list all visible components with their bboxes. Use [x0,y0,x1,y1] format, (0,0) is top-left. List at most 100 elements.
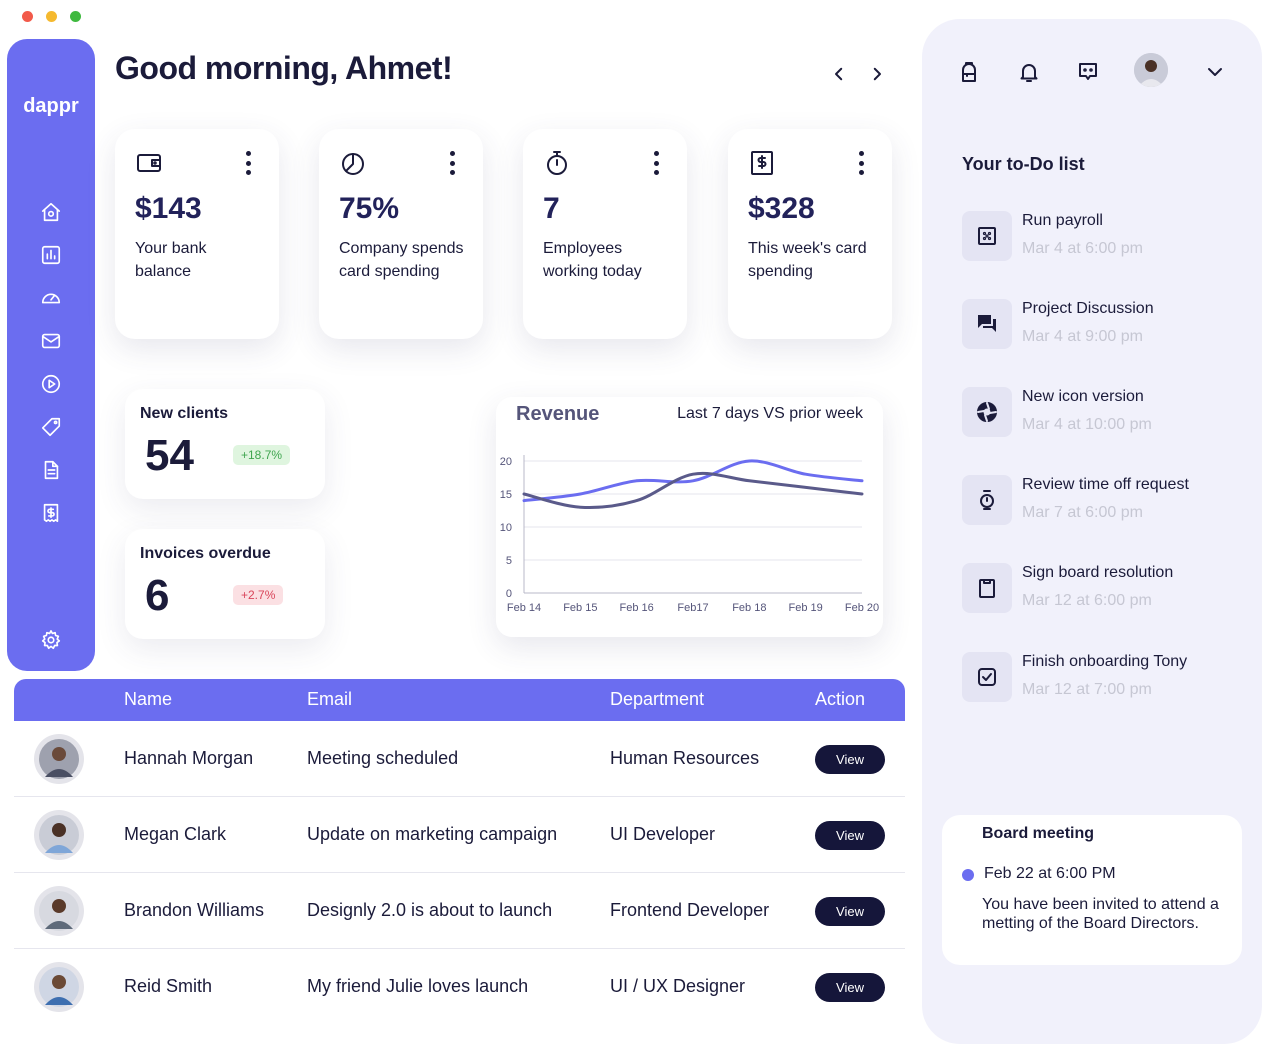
close-window-button[interactable] [22,11,33,22]
x-tick-label: Feb 19 [789,602,823,614]
stat-label: This week's card spending [748,240,867,280]
user-avatar[interactable] [1134,53,1168,87]
todo-item[interactable]: Sign board resolution Mar 12 at 6:00 pm [962,562,1242,616]
view-button[interactable]: View [815,745,885,774]
more-options-icon[interactable] [856,151,866,175]
tag-icon[interactable] [39,415,63,439]
dollar-receipt-icon [748,149,776,177]
stat-card-bank-balance: $143 Your bank balance [115,129,279,339]
gear-icon[interactable] [39,628,63,652]
new-clients-card: New clients 54 +18.7% [125,389,325,499]
todo-item[interactable]: Project Discussion Mar 4 at 9:00 pm [962,298,1242,352]
stopwatch-icon [543,149,571,177]
revenue-subtitle: Last 7 days VS prior week [677,405,863,422]
row-department: UI / UX Designer [610,976,746,996]
window-controls [22,11,81,22]
row-name: Brandon Williams [124,900,265,920]
new-clients-title: New clients [140,405,229,422]
new-clients-badge: +18.7% [233,445,291,465]
chevron-down-icon[interactable] [1202,59,1228,85]
row-name: Hannah Morgan [124,748,254,768]
more-options-icon[interactable] [243,151,253,175]
more-options-icon[interactable] [447,151,457,175]
table-row[interactable]: Brandon Williams Designly 2.0 is about t… [14,873,905,949]
x-tick-label: Feb 15 [563,602,597,614]
stat-value: $143 [135,192,202,225]
table-row[interactable]: Megan Clark Update on marketing campaign… [14,797,905,873]
minimize-window-button[interactable] [46,11,57,22]
chevron-left-icon[interactable] [827,62,851,86]
chat-icon[interactable] [1075,59,1101,85]
view-button[interactable]: View [815,973,885,1002]
clipboard-icon [962,563,1012,613]
stat-value: 75% [339,192,400,225]
stat-card-employees: 7 Employees working today [523,129,687,339]
header-email[interactable]: Email [307,689,352,710]
series-line-2 [522,471,864,509]
avatar [34,810,84,860]
bar-chart-icon[interactable] [39,243,63,267]
row-name: Reid Smith [124,976,213,996]
row-email: Update on marketing campaign [307,824,558,844]
brand-logo[interactable]: dappr [7,95,95,118]
stat-value: $328 [748,192,815,225]
todo-time: Mar 12 at 7:00 pm [1022,681,1152,698]
x-tick-label: Feb17 [677,602,708,614]
todo-time: Mar 4 at 10:00 pm [1022,416,1152,433]
row-email: Meeting scheduled [307,748,459,768]
aperture-icon [962,387,1012,437]
todo-name: Review time off request [1022,476,1189,493]
todo-item[interactable]: Review time off request Mar 7 at 6:00 pm [962,474,1242,528]
new-clients-value: 54 [145,431,194,480]
row-email: Designly 2.0 is about to launch [307,900,553,920]
grid-icon [962,211,1012,261]
todo-name: Sign board resolution [1022,564,1174,581]
todo-item[interactable]: Run payroll Mar 4 at 6:00 pm [962,210,1242,264]
row-department: Human Resources [610,748,760,768]
wallet-icon [135,149,163,177]
stat-label: Employees working today [543,240,642,280]
meeting-card[interactable]: Board meeting Feb 22 at 6:00 PM You have… [942,815,1242,965]
y-tick-label: 0 [506,588,512,600]
todo-name: Run payroll [1022,212,1103,229]
revenue-title: Revenue [516,403,600,425]
home-icon[interactable] [39,200,63,224]
invoices-overdue-badge: +2.7% [233,585,284,605]
more-options-icon[interactable] [651,151,661,175]
page-title: Good morning, Ahmet! [115,50,453,86]
right-panel: Your to-Do list Run payroll Mar 4 at 6:0… [922,19,1262,1044]
view-button[interactable]: View [815,897,885,926]
todo-name: New icon version [1022,388,1144,405]
y-tick-label: 15 [500,489,512,501]
header-action: Action [815,689,866,709]
backpack-icon[interactable] [956,59,982,85]
stat-card-company-spends: 75% Company spends card spending [319,129,483,339]
row-name: Megan Clark [124,824,227,844]
stat-label: Company spends card spending [339,240,464,280]
chevron-right-icon[interactable] [865,62,889,86]
checkbox-icon [962,652,1012,702]
stat-card-card-spending: $328 This week's card spending [728,129,892,339]
dollar-receipt-icon[interactable] [39,501,63,525]
avatar [34,886,84,936]
play-circle-icon[interactable] [39,372,63,396]
todo-item[interactable]: New icon version Mar 4 at 10:00 pm [962,386,1242,440]
table-row[interactable]: Hannah Morgan Meeting scheduled Human Re… [14,721,905,797]
x-tick-label: Feb 16 [620,602,654,614]
row-department: UI Developer [610,824,716,844]
table-row[interactable]: Reid Smith My friend Julie loves launch … [14,949,905,1025]
header-department[interactable]: Department [610,689,704,710]
view-button[interactable]: View [815,821,885,850]
document-icon[interactable] [39,458,63,482]
maximize-window-button[interactable] [70,11,81,22]
invoices-overdue-value: 6 [145,571,170,620]
todo-time: Mar 4 at 9:00 pm [1022,328,1143,345]
sidebar: dappr [7,39,95,671]
invoices-overdue-title: Invoices overdue [140,545,271,562]
todo-item[interactable]: Finish onboarding Tony Mar 12 at 7:00 pm [962,651,1242,705]
revenue-chart-card: 0 5 10 15 20 Feb 14 Feb 15 Feb 16 Feb17 Feb 18 Feb… [496,397,883,637]
mail-icon[interactable] [39,329,63,353]
bell-icon[interactable] [1016,59,1042,85]
header-name[interactable]: Name [124,689,172,710]
speedometer-icon[interactable] [39,286,63,310]
